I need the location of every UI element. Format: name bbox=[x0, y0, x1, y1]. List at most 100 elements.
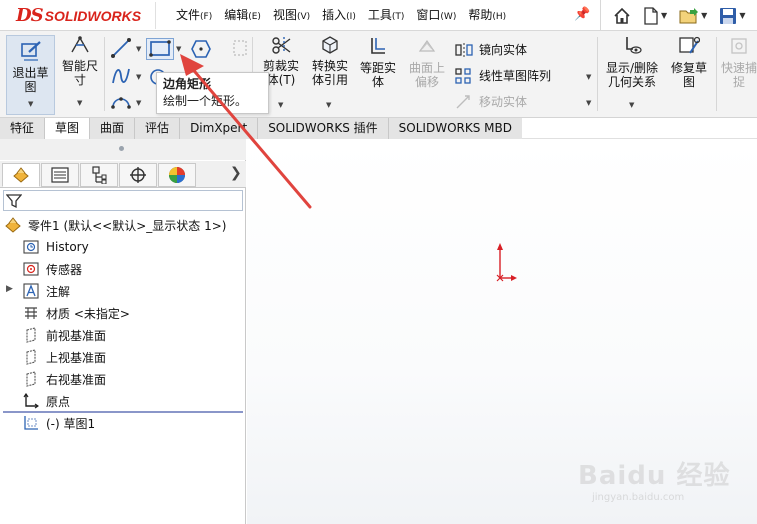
plane-icon bbox=[22, 327, 40, 343]
tree-item-sketch1[interactable]: (-) 草图1 bbox=[22, 413, 95, 433]
display-manager-tab[interactable] bbox=[158, 163, 196, 187]
chevron-down-icon[interactable]: ▼ bbox=[176, 45, 181, 53]
chevron-down-icon[interactable]: ▼ bbox=[136, 99, 141, 107]
corner-rectangle-icon[interactable] bbox=[146, 38, 174, 60]
tab-dimxpert[interactable]: DimXpert bbox=[180, 118, 259, 139]
move-icon bbox=[455, 94, 473, 110]
display-delete-relations-button[interactable]: 显示/删除 几何关系 ▼ bbox=[601, 35, 663, 109]
chevron-down-icon[interactable]: ▼ bbox=[77, 99, 82, 107]
convert-entities-button[interactable]: 转换实 体引用 ▼ bbox=[306, 35, 354, 109]
smart-dimension-button[interactable]: 智能尺 寸 ▼ bbox=[57, 35, 103, 107]
tree-item-material[interactable]: 材质 <未指定> bbox=[22, 303, 130, 323]
repair-sketch-icon bbox=[666, 35, 712, 60]
home-icon[interactable] bbox=[613, 7, 631, 25]
chevron-down-icon[interactable]: ▼ bbox=[136, 73, 141, 81]
menu-tools[interactable]: 工具(T) bbox=[368, 6, 405, 23]
tree-item-origin[interactable]: 原点 bbox=[22, 391, 70, 411]
chevron-down-icon[interactable]: ▼ bbox=[28, 100, 33, 108]
chevron-down-icon[interactable]: ▼ bbox=[739, 11, 745, 20]
panel-splitter[interactable] bbox=[0, 139, 246, 160]
chevron-down-icon[interactable]: ▼ bbox=[701, 11, 707, 20]
tree-item-label: 上视基准面 bbox=[46, 350, 107, 365]
sensor-icon bbox=[22, 261, 40, 277]
exit-sketch-button[interactable]: 退出草 图 ▼ bbox=[6, 35, 55, 115]
feature-manager-tab[interactable] bbox=[2, 163, 40, 187]
trim-icon bbox=[256, 35, 306, 58]
mirror-entities-label: 镜向实体 bbox=[479, 43, 528, 57]
tree-filter-box[interactable] bbox=[3, 190, 243, 211]
tooltip-title: 边角矩形 bbox=[163, 77, 212, 91]
tree-item-right-plane[interactable]: 右视基准面 bbox=[22, 369, 106, 389]
smart-dimension-icon bbox=[57, 35, 103, 58]
tab-surfaces[interactable]: 曲面 bbox=[90, 118, 136, 139]
tree-root-part[interactable]: 零件1 (默认<<默认>_显示状态 1>) bbox=[4, 215, 226, 235]
chevron-down-icon[interactable]: ▼ bbox=[326, 101, 331, 109]
filter-icon[interactable] bbox=[6, 193, 22, 209]
chevron-down-icon[interactable]: ▼ bbox=[586, 73, 591, 81]
chevron-right-icon[interactable]: ❯ bbox=[230, 165, 242, 181]
pin-icon[interactable]: 📌 bbox=[574, 7, 590, 22]
tab-sketch[interactable]: 草图 bbox=[45, 118, 91, 139]
expand-arrow-icon[interactable]: ▶ bbox=[6, 284, 13, 294]
plane-icon bbox=[22, 371, 40, 387]
mirror-icon bbox=[455, 42, 473, 58]
chevron-down-icon[interactable]: ▼ bbox=[629, 101, 634, 109]
tab-solidworks-mbd[interactable]: SOLIDWORKS MBD bbox=[388, 118, 523, 139]
linear-pattern-icon bbox=[455, 67, 473, 84]
arc-icon[interactable] bbox=[110, 91, 132, 114]
splitter-handle-icon[interactable] bbox=[119, 146, 124, 151]
ds-logo-mark: DS bbox=[16, 5, 44, 26]
tree-item-top-plane[interactable]: 上视基准面 bbox=[22, 347, 106, 367]
tree-item-sensors[interactable]: 传感器 bbox=[22, 259, 82, 279]
tab-features[interactable]: 特征 bbox=[0, 118, 46, 139]
repair-sketch-label: 修复草 图 bbox=[670, 61, 707, 89]
quick-snaps-button[interactable]: 快速捕 捉 bbox=[719, 35, 757, 89]
chevron-down-icon[interactable]: ▼ bbox=[278, 101, 283, 109]
exit-sketch-icon bbox=[7, 40, 54, 65]
configuration-manager-tab[interactable] bbox=[80, 163, 118, 187]
sketch-origin-icon bbox=[496, 243, 517, 282]
repair-sketch-button[interactable]: 修复草 图 bbox=[666, 35, 712, 89]
tab-solidworks-addins[interactable]: SOLIDWORKS 插件 bbox=[258, 118, 389, 139]
quick-snaps-icon bbox=[719, 35, 757, 60]
menu-view[interactable]: 视图(V) bbox=[273, 6, 310, 23]
save-icon[interactable]: ▼ bbox=[719, 7, 745, 25]
spline-icon[interactable] bbox=[110, 65, 132, 90]
exit-sketch-label: 退出草 图 bbox=[12, 66, 49, 94]
menu-edit[interactable]: 编辑(E) bbox=[224, 6, 261, 23]
mirror-entities-button[interactable]: 镜向实体 bbox=[455, 41, 527, 58]
line-icon[interactable] bbox=[110, 37, 132, 62]
property-manager-icon bbox=[51, 167, 69, 183]
move-entities-button[interactable]: 移动实体 bbox=[455, 93, 527, 110]
linear-sketch-pattern-button[interactable]: 线性草图阵列 bbox=[455, 67, 551, 84]
dimxpert-manager-tab[interactable] bbox=[119, 163, 157, 187]
property-manager-tab[interactable] bbox=[41, 163, 79, 187]
ribbon-separator bbox=[104, 37, 105, 111]
command-manager-tabs: 特征 草图 曲面 评估 DimXpert SOLIDWORKS 插件 SOLID… bbox=[0, 118, 523, 139]
open-folder-icon[interactable]: ▼ bbox=[679, 7, 707, 25]
menu-window[interactable]: 窗口(W) bbox=[416, 6, 456, 23]
chevron-down-icon[interactable]: ▼ bbox=[586, 99, 591, 107]
offset-entities-button[interactable]: 等距实 体 bbox=[355, 35, 401, 89]
tab-evaluate[interactable]: 评估 bbox=[135, 118, 181, 139]
convert-entities-label: 转换实 体引用 bbox=[311, 59, 348, 87]
offset-on-surface-button[interactable]: 曲面上 偏移 bbox=[404, 35, 450, 89]
sketch-icon bbox=[22, 415, 40, 431]
solidworks-logo[interactable]: DS SOLIDWORKS bbox=[2, 2, 156, 29]
rollback-bar[interactable] bbox=[3, 411, 243, 413]
tree-item-front-plane[interactable]: 前视基准面 bbox=[22, 325, 106, 345]
menu-insert[interactable]: 插入(I) bbox=[322, 6, 356, 23]
menu-file[interactable]: 文件(F) bbox=[176, 6, 212, 23]
polygon-icon[interactable] bbox=[190, 38, 212, 63]
tree-item-annotations[interactable]: ▶ 注解 bbox=[6, 281, 70, 301]
chevron-down-icon[interactable]: ▼ bbox=[661, 11, 667, 20]
chevron-down-icon[interactable]: ▼ bbox=[136, 45, 141, 53]
menu-bar: 文件(F) 编辑(E) 视图(V) 插入(I) 工具(T) 窗口(W) 帮助(H… bbox=[176, 6, 518, 23]
ribbon-separator bbox=[716, 37, 717, 111]
offset-on-surface-icon bbox=[404, 35, 450, 60]
menu-help[interactable]: 帮助(H) bbox=[468, 6, 506, 23]
watermark-url: jingyan.baidu.com bbox=[592, 492, 685, 503]
tree-item-history[interactable]: History bbox=[22, 237, 89, 257]
new-document-icon[interactable]: ▼ bbox=[643, 6, 667, 25]
sketch-text-icon[interactable] bbox=[232, 39, 248, 60]
